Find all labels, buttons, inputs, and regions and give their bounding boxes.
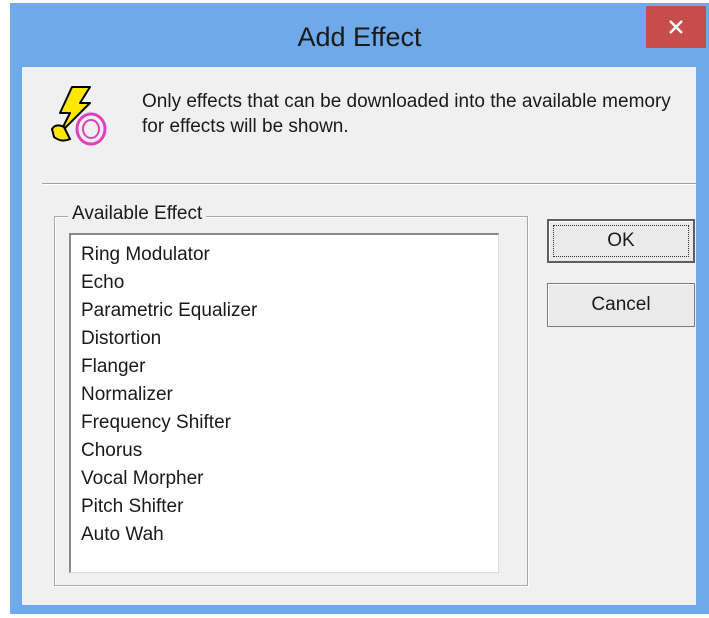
dialog-client-area: Only effects that can be downloaded into… (22, 67, 696, 605)
close-icon (669, 20, 683, 34)
title-bar[interactable]: Add Effect (10, 3, 709, 63)
window-title: Add Effect (297, 22, 422, 52)
lightning-effect-icon (50, 86, 107, 146)
cancel-button[interactable]: Cancel (547, 283, 695, 327)
effects-listbox[interactable]: Ring Modulator Echo Parametric Equalizer… (69, 233, 499, 573)
separator (42, 183, 696, 185)
close-button[interactable] (646, 6, 706, 48)
ok-button[interactable]: OK (547, 219, 695, 263)
list-item[interactable]: Chorus (81, 437, 142, 465)
list-item[interactable]: Normalizer (81, 381, 173, 409)
dialog-window: Add Effect Only effects that can be down… (10, 3, 709, 614)
list-item[interactable]: Pitch Shifter (81, 493, 183, 521)
cancel-button-label: Cancel (591, 294, 651, 315)
info-message: Only effects that can be downloaded into… (142, 91, 671, 137)
list-item[interactable]: Echo (81, 269, 124, 297)
focus-rectangle (553, 225, 689, 257)
list-item[interactable]: Vocal Morpher (81, 465, 204, 493)
list-item[interactable]: Parametric Equalizer (81, 297, 257, 325)
list-item[interactable]: Frequency Shifter (81, 409, 231, 437)
list-item[interactable]: Flanger (81, 353, 145, 381)
list-item[interactable]: Auto Wah (81, 521, 164, 549)
list-item[interactable]: Distortion (81, 325, 161, 353)
list-item[interactable]: Ring Modulator (81, 241, 210, 269)
group-label: Available Effect (68, 203, 207, 225)
